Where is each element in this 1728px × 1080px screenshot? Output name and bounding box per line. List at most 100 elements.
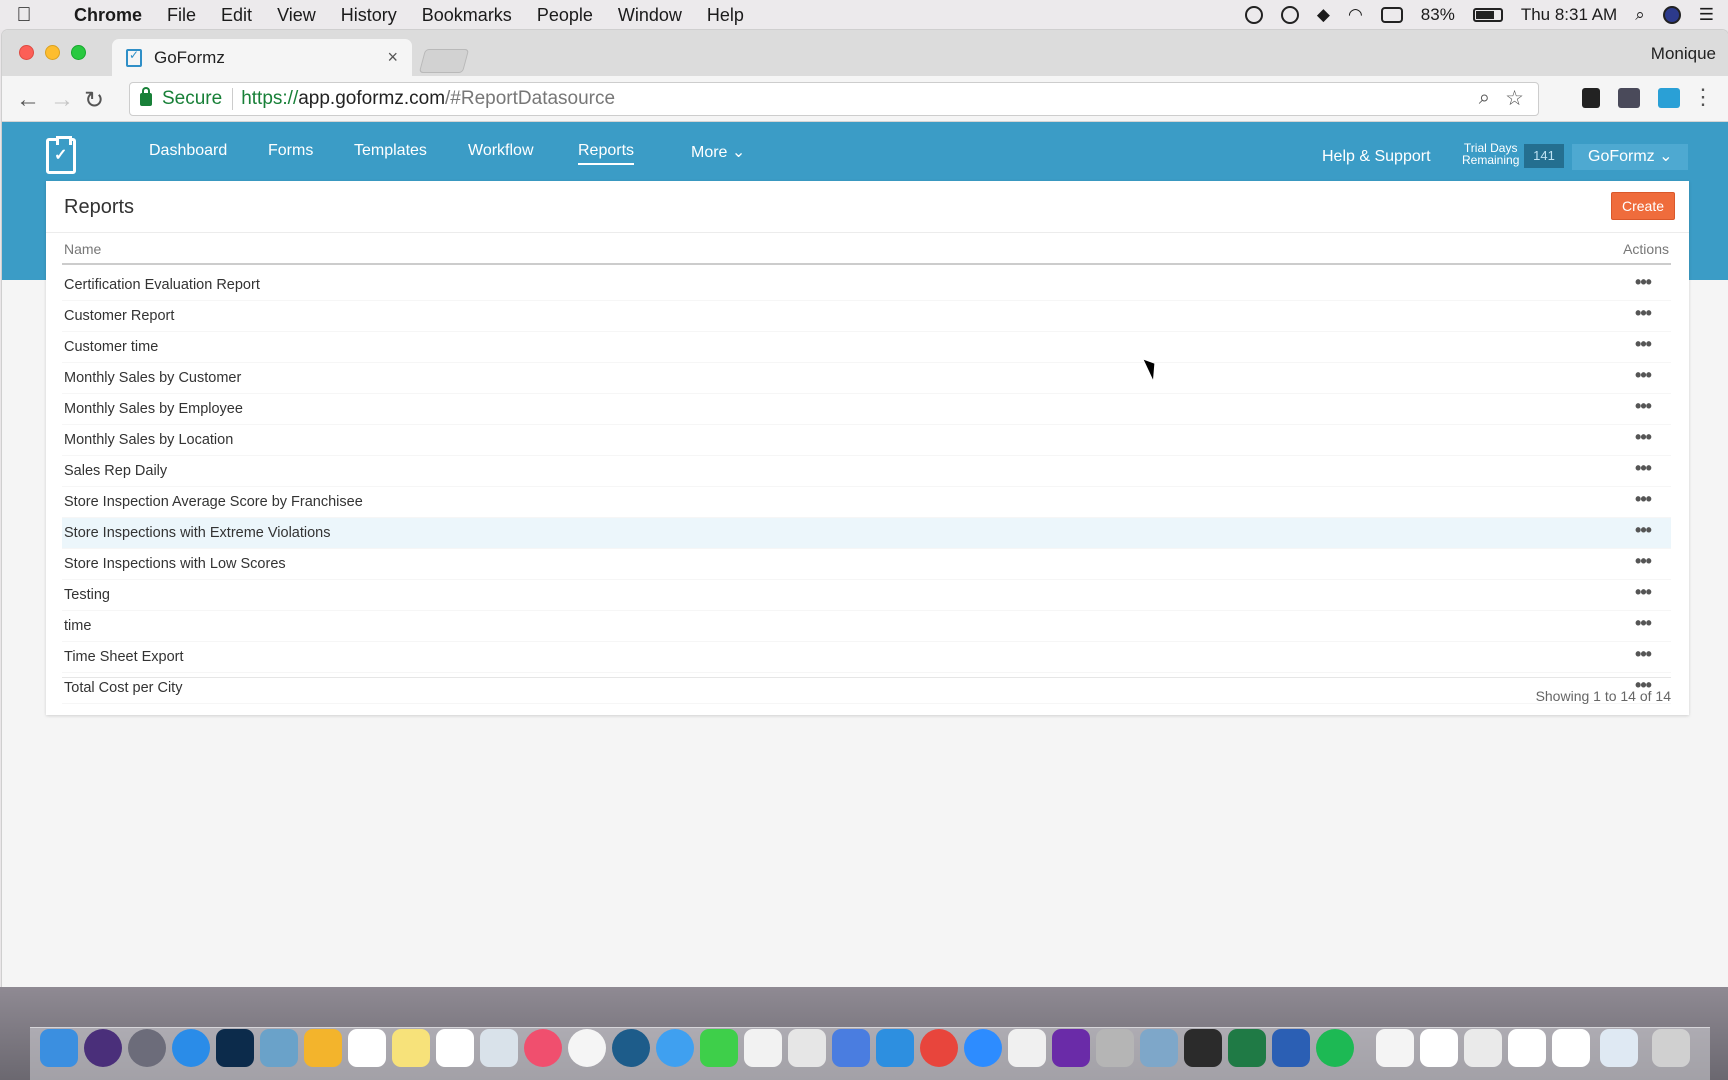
extension-screencast-icon[interactable] [1658, 88, 1680, 108]
contacts-icon[interactable] [480, 1029, 518, 1067]
minimize-window-button[interactable] [45, 45, 60, 60]
facetime-icon[interactable] [700, 1029, 738, 1067]
more-actions-icon[interactable]: ••• [1629, 489, 1657, 513]
more-actions-icon[interactable]: ••• [1629, 582, 1657, 606]
report-name[interactable]: Monthly Sales by Employee [64, 401, 243, 417]
imovie-icon[interactable] [1052, 1029, 1090, 1067]
table-row[interactable]: Sales Rep Daily ••• [62, 456, 1671, 487]
back-arrow-icon[interactable]: ← [16, 86, 40, 114]
table-row[interactable]: Testing ••• [62, 580, 1671, 611]
org-dropdown[interactable]: GoFormz ⌄ [1572, 144, 1688, 170]
nav-more[interactable]: More ⌄ [691, 142, 745, 162]
dropbox-icon[interactable]: ◆ [1317, 5, 1330, 25]
menu-file[interactable]: File [167, 5, 196, 26]
more-actions-icon[interactable]: ••• [1629, 551, 1657, 575]
table-row[interactable]: Customer Report ••• [62, 301, 1671, 332]
table-row[interactable]: Monthly Sales by Location ••• [62, 425, 1671, 456]
report-name[interactable]: Testing [64, 587, 110, 603]
menu-people[interactable]: People [537, 5, 593, 26]
column-header-name[interactable]: Name [64, 241, 101, 257]
reload-icon[interactable]: ↻ [84, 86, 104, 115]
window-thumbnail-icon[interactable] [1508, 1029, 1546, 1067]
menu-window[interactable]: Window [618, 5, 682, 26]
more-actions-icon[interactable]: ••• [1629, 303, 1657, 327]
menu-app-name[interactable]: Chrome [74, 5, 142, 26]
scrivener-icon[interactable] [744, 1029, 782, 1067]
window-thumbnail-icon[interactable] [1464, 1029, 1502, 1067]
preview-icon[interactable] [260, 1029, 298, 1067]
table-row[interactable]: Monthly Sales by Employee ••• [62, 394, 1671, 425]
nav-dashboard[interactable]: Dashboard [149, 142, 227, 160]
menu-clock[interactable]: Thu 8:31 AM [1521, 5, 1617, 25]
pages-icon[interactable] [1008, 1029, 1046, 1067]
sketch-icon[interactable] [304, 1029, 342, 1067]
quicktime-icon[interactable] [612, 1029, 650, 1067]
report-name[interactable]: Total Cost per City [64, 680, 182, 696]
report-name[interactable]: Store Inspections with Low Scores [64, 556, 286, 572]
menu-view[interactable]: View [277, 5, 316, 26]
excel-icon[interactable] [1228, 1029, 1266, 1067]
spotify-icon[interactable] [1316, 1029, 1354, 1067]
table-row[interactable]: Store Inspection Average Score by Franch… [62, 487, 1671, 518]
siri-dock-icon[interactable] [84, 1029, 122, 1067]
creative-cloud-icon[interactable] [1280, 6, 1299, 24]
more-actions-icon[interactable]: ••• [1629, 365, 1657, 389]
chrome-menu-icon[interactable]: ⋮ [1692, 84, 1714, 110]
nav-reports[interactable]: Reports [578, 142, 635, 165]
safari-icon[interactable] [172, 1029, 210, 1067]
airplay-icon[interactable] [1380, 7, 1403, 23]
more-actions-icon[interactable]: ••• [1629, 644, 1657, 668]
extension-icon[interactable] [1582, 88, 1600, 108]
more-actions-icon[interactable]: ••• [1629, 272, 1657, 296]
spotlight-search-icon[interactable]: ⌕ [1635, 5, 1645, 25]
report-name[interactable]: Sales Rep Daily [64, 463, 167, 479]
nav-forms[interactable]: Forms [268, 142, 313, 160]
more-actions-icon[interactable]: ••• [1629, 458, 1657, 482]
wifi-icon[interactable]: ◠ [1348, 5, 1363, 25]
trash-icon[interactable] [1652, 1029, 1690, 1067]
report-name[interactable]: Customer time [64, 339, 158, 355]
table-row[interactable]: Store Inspections with Low Scores ••• [62, 549, 1671, 580]
help-support-link[interactable]: Help & Support [1322, 148, 1431, 166]
report-name[interactable]: time [64, 618, 91, 634]
create-button[interactable]: Create [1611, 192, 1675, 220]
calendar-icon[interactable] [348, 1029, 386, 1067]
photoshop-icon[interactable] [216, 1029, 254, 1067]
more-actions-icon[interactable]: ••• [1629, 396, 1657, 420]
menu-help[interactable]: Help [707, 5, 744, 26]
table-row[interactable]: Monthly Sales by Customer ••• [62, 363, 1671, 394]
table-row[interactable]: Customer time ••• [62, 332, 1671, 363]
forward-arrow-icon[interactable]: → [50, 86, 74, 114]
extension-dots-icon[interactable] [1618, 88, 1640, 108]
report-name[interactable]: Store Inspection Average Score by Franch… [64, 494, 363, 510]
window-thumbnail-icon[interactable] [1552, 1029, 1590, 1067]
keynote-icon[interactable] [876, 1029, 914, 1067]
nav-templates[interactable]: Templates [354, 142, 427, 160]
nav-workflow[interactable]: Workflow [468, 142, 534, 160]
window-thumbnail-icon[interactable] [1420, 1029, 1458, 1067]
battery-icon[interactable] [1472, 8, 1503, 22]
table-row[interactable]: Certification Evaluation Report ••• [62, 270, 1671, 301]
table-row[interactable]: Store Inspections with Extreme Violation… [62, 518, 1671, 549]
reminders-icon[interactable] [436, 1029, 474, 1067]
report-name[interactable]: Monthly Sales by Customer [64, 370, 241, 386]
word-icon[interactable] [1272, 1029, 1310, 1067]
screen-record-icon[interactable] [1244, 6, 1263, 24]
more-actions-icon[interactable]: ••• [1629, 334, 1657, 358]
profile-name[interactable]: Monique [1651, 44, 1716, 64]
siri-icon[interactable] [1662, 6, 1681, 24]
calculator-icon[interactable] [1096, 1029, 1134, 1067]
new-tab-button[interactable] [418, 49, 470, 73]
notes-icon[interactable] [392, 1029, 430, 1067]
close-window-button[interactable] [19, 45, 34, 60]
address-bar[interactable]: Secure https:// app.goformz.com /#Report… [129, 82, 1539, 116]
goformz-logo-icon[interactable] [46, 136, 76, 174]
apple-menu-icon[interactable]:  [0, 4, 48, 27]
more-actions-icon[interactable]: ••• [1629, 613, 1657, 637]
numbers-icon[interactable] [832, 1029, 870, 1067]
zoom-magnifier-icon[interactable]: ⌕ [1479, 87, 1490, 110]
window-thumbnail-icon[interactable] [1600, 1029, 1638, 1067]
report-name[interactable]: Time Sheet Export [64, 649, 184, 665]
report-name[interactable]: Store Inspections with Extreme Violation… [64, 525, 331, 541]
more-actions-icon[interactable]: ••• [1629, 427, 1657, 451]
